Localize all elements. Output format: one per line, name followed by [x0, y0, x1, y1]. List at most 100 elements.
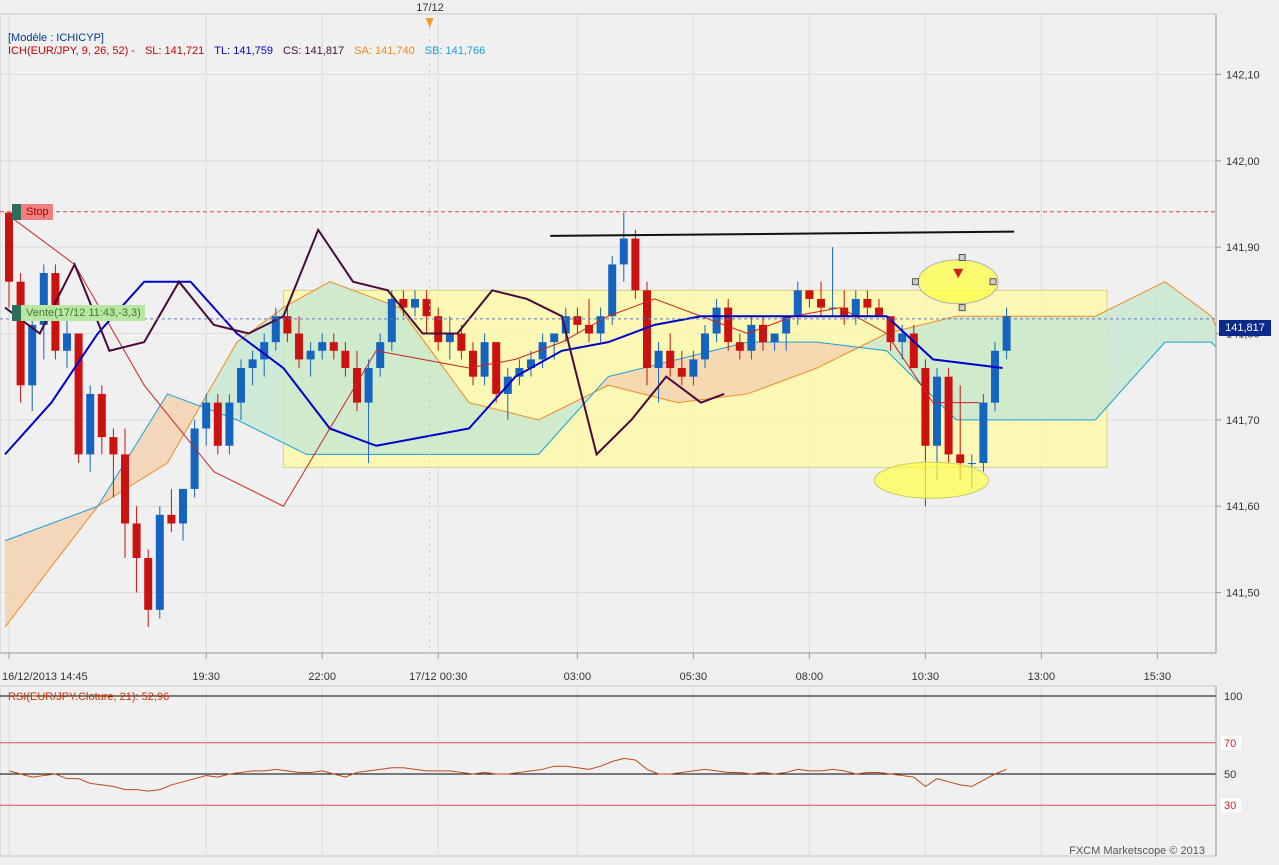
- current-price-tag: 141,817: [1219, 320, 1271, 336]
- x-tick-label: 19:30: [192, 671, 220, 683]
- candle-body: [341, 350, 350, 369]
- candle-body: [86, 393, 95, 455]
- stop-handle-icon[interactable]: [12, 204, 21, 220]
- kumo-segment: [1165, 281, 1177, 343]
- kumo-segment: [248, 324, 261, 432]
- candle-body: [654, 350, 663, 369]
- y-tick-label: 141,50: [1226, 588, 1260, 600]
- kumo-segment: [527, 416, 539, 455]
- kumo-segment: [1107, 304, 1119, 407]
- candle-body: [213, 402, 222, 446]
- kumo-segment: [967, 316, 980, 420]
- trade-handle-icon[interactable]: [12, 305, 21, 321]
- x-tick-label: 15:30: [1144, 671, 1172, 683]
- candle-body: [63, 333, 71, 351]
- x-tick-label: 08:00: [796, 671, 824, 683]
- kumo-segment: [503, 411, 516, 455]
- candle-body: [28, 324, 37, 386]
- candle-body: [793, 290, 802, 317]
- y-tick-label: 141,60: [1226, 501, 1260, 513]
- kumo-segment: [1060, 316, 1073, 420]
- y-tick-label: 141,90: [1226, 242, 1260, 254]
- y-tick-label: 142,10: [1226, 69, 1260, 81]
- candle-body: [666, 350, 675, 369]
- candle-body: [295, 333, 303, 360]
- candle-body: [573, 316, 582, 325]
- x-tick-label: 17/12 00:30: [409, 671, 467, 683]
- candle-body: [735, 342, 744, 351]
- candle-body: [179, 488, 187, 524]
- candle-body: [422, 298, 431, 317]
- selection-handle: [911, 278, 919, 286]
- x-tick-label: 10:30: [912, 671, 940, 683]
- candle-body: [979, 402, 988, 464]
- candle-body: [933, 376, 941, 446]
- candle-body: [875, 307, 883, 317]
- kumo-segment: [318, 281, 330, 455]
- kumo-segment: [1037, 316, 1049, 420]
- candle-body: [921, 368, 930, 446]
- candle-body: [677, 368, 686, 377]
- candle-body: [387, 298, 396, 343]
- candle-body: [376, 342, 385, 369]
- y-tick-label: 142,00: [1226, 156, 1260, 168]
- rsi-level-label: 50: [1224, 769, 1236, 781]
- candle-body: [306, 350, 315, 360]
- candle-body: [991, 350, 999, 403]
- price-chart[interactable]: 142,10142,00141,90141,80141,70141,60141,…: [0, 0, 1279, 860]
- kumo-segment: [1141, 287, 1154, 369]
- candle-body: [550, 333, 559, 343]
- kumo-segment: [434, 355, 446, 455]
- kumo-segment: [1025, 316, 1038, 420]
- candle-body: [434, 316, 443, 343]
- candle-body: [109, 437, 118, 455]
- kumo-segment: [782, 342, 794, 381]
- candle-body: [608, 264, 617, 317]
- candle-body: [364, 368, 373, 403]
- candle-body: [16, 281, 25, 386]
- candle-body: [619, 238, 628, 265]
- candle-body: [469, 350, 477, 377]
- kumo-segment: [399, 307, 411, 455]
- candle-body: [167, 514, 176, 524]
- kumo-segment: [712, 347, 725, 399]
- kumo-segment: [1095, 310, 1107, 420]
- y-tick-label: 141,70: [1226, 415, 1260, 427]
- x-tick-label: 16/12/2013 14:45: [2, 671, 88, 683]
- candle-body: [701, 333, 709, 360]
- candle-body: [689, 359, 698, 377]
- candle-body: [747, 324, 756, 351]
- trade-text: Vente(17/12 11:43,-3,3): [26, 307, 141, 319]
- candle-body: [770, 333, 779, 343]
- kumo-segment: [1118, 298, 1131, 394]
- candle-body: [353, 368, 361, 403]
- kumo-segment: [759, 342, 771, 390]
- x-tick-label: 03:00: [564, 671, 592, 683]
- legend-sl: SL: 141,721: [144, 45, 205, 57]
- candle-body: [480, 342, 489, 377]
- candle-body: [74, 333, 83, 455]
- kumo-segment: [770, 342, 783, 386]
- kumo-segment: [492, 408, 504, 455]
- kumo-segment: [805, 342, 817, 373]
- indicator-name: ICH(EUR/JPY, 9, 26, 52) -: [8, 45, 135, 57]
- candle-body: [944, 376, 953, 455]
- candle-body: [190, 428, 199, 489]
- kumo-segment: [260, 316, 272, 438]
- rsi-level-label: 100: [1224, 691, 1242, 703]
- legend-sb: SB: 141,766: [424, 45, 486, 57]
- candle-body: [817, 298, 825, 308]
- signal-ellipse: [917, 259, 999, 305]
- trade-position-label[interactable]: Vente(17/12 11:43,-3,3): [12, 305, 145, 321]
- candle-body: [1002, 316, 1011, 351]
- candle-body: [967, 463, 976, 465]
- kumo-segment: [1049, 316, 1061, 420]
- kumo-segment: [956, 316, 968, 420]
- kumo-segment: [793, 342, 806, 377]
- kumo-segment: [469, 402, 481, 455]
- stop-order-label[interactable]: Stop: [12, 204, 53, 220]
- candle-body: [956, 454, 965, 464]
- kumo-segment: [631, 368, 643, 394]
- legend-sa: SA: 141,740: [354, 45, 415, 57]
- rsi-level-label: 70: [1224, 738, 1236, 750]
